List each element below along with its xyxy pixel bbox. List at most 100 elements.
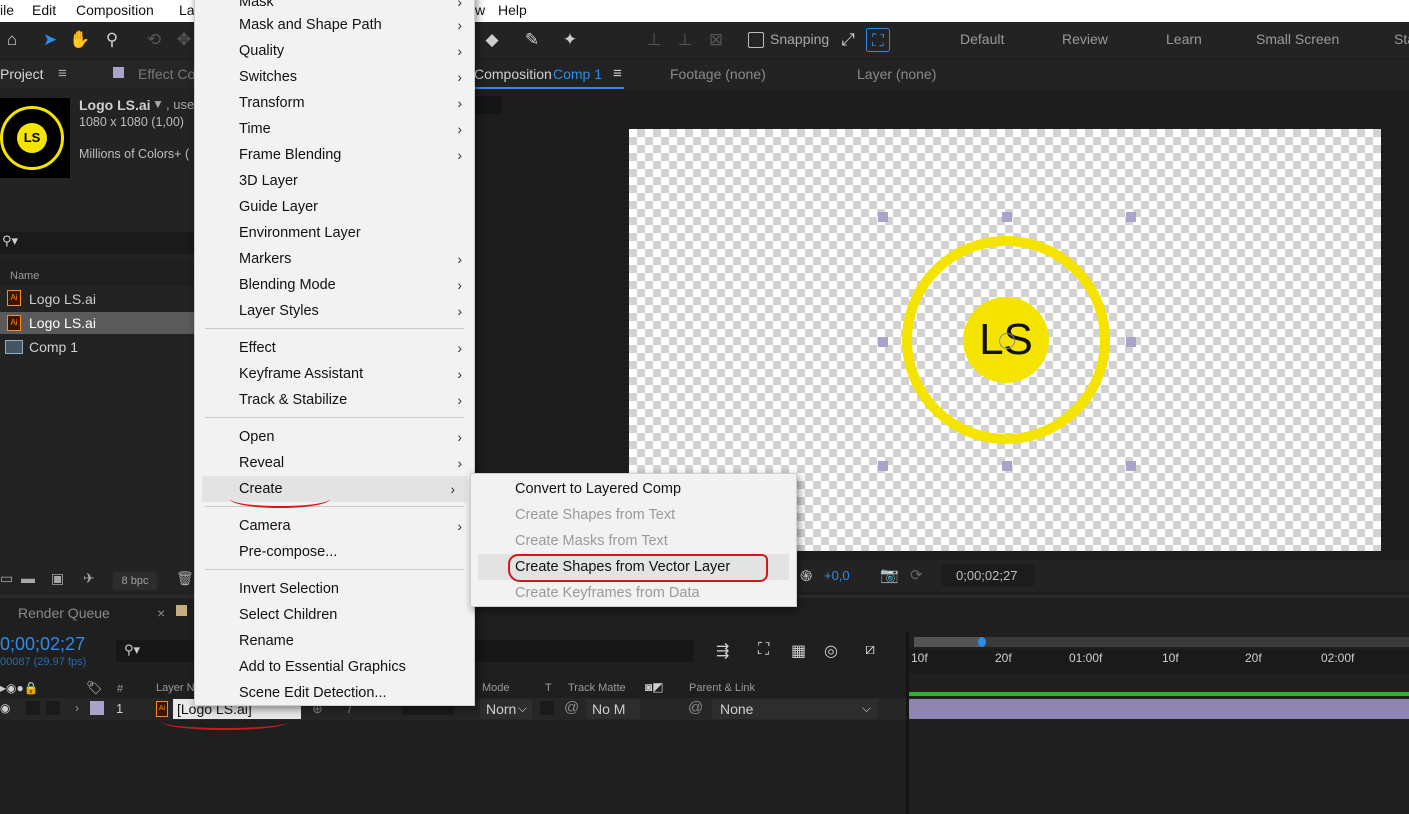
new-folder-icon[interactable]: ▬ xyxy=(21,570,35,586)
label-tag-icon[interactable]: 🏷 xyxy=(86,680,103,696)
frame-blending-icon[interactable]: ▦ xyxy=(791,641,806,661)
menu-item-mask-and-shape-path[interactable]: Mask and Shape Path › xyxy=(195,12,474,38)
project-item-2[interactable]: Logo LS.ai xyxy=(29,315,96,331)
menu-item-time[interactable]: Time › xyxy=(195,116,474,142)
menu-item-switches[interactable]: Switches › xyxy=(195,64,474,90)
menu-item-camera[interactable]: Camera › xyxy=(195,513,474,539)
menu-item-environment-layer[interactable]: Environment Layer xyxy=(195,220,474,246)
matte-pickwhip-icon[interactable]: @ xyxy=(564,699,579,716)
orbit-tool-icon[interactable]: ⟲ xyxy=(142,28,166,52)
workspace-default[interactable]: Default xyxy=(960,31,1004,47)
expand-chevron-icon[interactable]: › xyxy=(75,701,79,715)
interpret-footage-icon[interactable]: ▭ xyxy=(0,570,13,587)
anchor-point-icon[interactable] xyxy=(999,333,1015,349)
menu-item-blending-mode[interactable]: Blending Mode › xyxy=(195,272,474,298)
track-matte-value[interactable]: No M xyxy=(592,701,625,717)
pan-tool-icon[interactable]: ✥ xyxy=(172,28,196,52)
composition-tab-name[interactable]: Comp 1 xyxy=(553,66,602,82)
transform-handle[interactable] xyxy=(1126,337,1136,347)
footage-tab[interactable]: Footage (none) xyxy=(670,66,766,82)
show-snapshot-icon[interactable]: ⟳ xyxy=(910,566,923,584)
reset-exposure-icon[interactable]: ֍ xyxy=(800,566,812,586)
menu-item-markers[interactable]: Markers › xyxy=(195,246,474,272)
menu-item-effect[interactable]: Effect › xyxy=(195,335,474,361)
workspace-learn[interactable]: Learn xyxy=(1166,31,1202,47)
eraser-tool-icon[interactable]: ◆ xyxy=(480,28,504,52)
axis-world-icon[interactable]: ⊥ xyxy=(673,28,697,52)
selection-tool-icon[interactable]: ➤ xyxy=(38,28,62,52)
menu-window[interactable]: w xyxy=(475,2,485,18)
menu-item-reveal[interactable]: Reveal › xyxy=(195,450,474,476)
project-search-input[interactable] xyxy=(0,232,195,254)
comp-flowchart-icon[interactable]: ⇶ xyxy=(716,641,729,661)
transform-handle[interactable] xyxy=(878,212,888,222)
transform-handle[interactable] xyxy=(1126,461,1136,471)
home-icon[interactable]: ⌂ xyxy=(0,28,24,52)
transform-handle[interactable] xyxy=(878,461,888,471)
visibility-icon[interactable]: ◉ xyxy=(0,701,10,715)
workspace-standard[interactable]: Sta xyxy=(1394,31,1409,47)
project-item-3[interactable]: Comp 1 xyxy=(29,339,78,355)
timeline-timecode[interactable]: 0;00;02;27 xyxy=(0,634,85,655)
adjust-icon[interactable]: ✈ xyxy=(83,570,95,587)
menu-item-invert-selection[interactable]: Invert Selection xyxy=(195,576,474,602)
panel-menu-icon[interactable]: ≡ xyxy=(58,65,67,82)
transform-handle[interactable] xyxy=(1002,212,1012,222)
puppet-pin-icon[interactable]: ✦ xyxy=(558,28,582,52)
menu-item-track-stabilize[interactable]: Track & Stabilize › xyxy=(195,387,474,413)
comp-navigator[interactable] xyxy=(474,96,502,114)
axis-tool-icon[interactable]: ⊥ xyxy=(642,28,666,52)
menu-item-quality[interactable]: Quality › xyxy=(195,38,474,64)
project-tab[interactable]: Project xyxy=(0,66,44,82)
parent-value[interactable]: None xyxy=(720,701,753,717)
audio-switch[interactable] xyxy=(26,701,40,715)
dropdown-arrow-icon[interactable]: ▼ xyxy=(152,97,164,111)
project-item-1[interactable]: Logo LS.ai xyxy=(29,291,96,307)
bit-depth-button[interactable]: 8 bpc xyxy=(113,572,157,590)
menu-item-3d-layer[interactable]: 3D Layer xyxy=(195,168,474,194)
snapping-checkbox[interactable] xyxy=(748,32,764,48)
transform-handle[interactable] xyxy=(1126,212,1136,222)
transform-handle[interactable] xyxy=(878,337,888,347)
close-tab-icon[interactable]: × xyxy=(157,605,165,621)
menu-help[interactable]: Help xyxy=(498,2,527,18)
menu-item-frame-blending[interactable]: Frame Blending › xyxy=(195,142,474,168)
panel-menu-icon[interactable]: ≡ xyxy=(613,65,622,82)
solo-switch[interactable] xyxy=(46,701,60,715)
exposure-value[interactable]: +0,0 xyxy=(824,568,850,583)
menu-file[interactable]: ile xyxy=(0,2,14,18)
composition-tab-prefix[interactable]: Composition xyxy=(474,66,552,82)
submenu-item-convert-to-layered-comp[interactable]: Convert to Layered Comp xyxy=(471,476,796,502)
menu-item-open[interactable]: Open › xyxy=(195,424,474,450)
workspace-review[interactable]: Review xyxy=(1062,31,1108,47)
menu-item-pre-compose[interactable]: Pre-compose... xyxy=(195,539,474,565)
axis-view-icon[interactable]: ⊠ xyxy=(704,28,728,52)
column-name[interactable]: Name xyxy=(10,270,39,282)
draft-3d-icon[interactable]: ⛶ xyxy=(758,641,769,659)
menu-item-layer-styles[interactable]: Layer Styles › xyxy=(195,298,474,324)
menu-layer[interactable]: La xyxy=(179,2,195,18)
work-area-bar[interactable] xyxy=(914,637,1409,647)
menu-item-guide-layer[interactable]: Guide Layer xyxy=(195,194,474,220)
layer-duration-bar[interactable] xyxy=(909,699,1409,719)
viewer-timecode[interactable]: 0;00;02;27 xyxy=(956,568,1017,583)
snap-edge-icon[interactable]: ⤢ xyxy=(836,28,860,52)
roto-brush-icon[interactable]: ✎ xyxy=(520,28,544,52)
render-queue-tab[interactable]: Render Queue xyxy=(18,605,110,621)
trash-icon[interactable]: 🗑 xyxy=(176,570,194,587)
hand-tool-icon[interactable]: ✋ xyxy=(68,28,92,52)
layer-label-color[interactable] xyxy=(90,701,104,715)
snapshot-icon[interactable]: 📷 xyxy=(880,566,899,584)
blend-mode-value[interactable]: Norn xyxy=(486,701,516,717)
graph-editor-icon[interactable]: ⧄ xyxy=(865,641,875,659)
snap-features-icon[interactable]: ⛶ xyxy=(866,28,890,52)
motion-blur-icon[interactable]: ◎ xyxy=(824,641,838,661)
playhead-icon[interactable] xyxy=(978,637,986,647)
menu-composition[interactable]: Composition xyxy=(76,2,154,18)
menu-item-keyframe-assistant[interactable]: Keyframe Assistant › xyxy=(195,361,474,387)
effect-controls-tab[interactable]: Effect Co xyxy=(138,66,195,82)
menu-item-select-children[interactable]: Select Children xyxy=(195,602,474,628)
workspace-small-screen[interactable]: Small Screen xyxy=(1256,31,1339,47)
parent-pickwhip-icon[interactable]: @ xyxy=(688,699,703,716)
menu-item-transform[interactable]: Transform › xyxy=(195,90,474,116)
